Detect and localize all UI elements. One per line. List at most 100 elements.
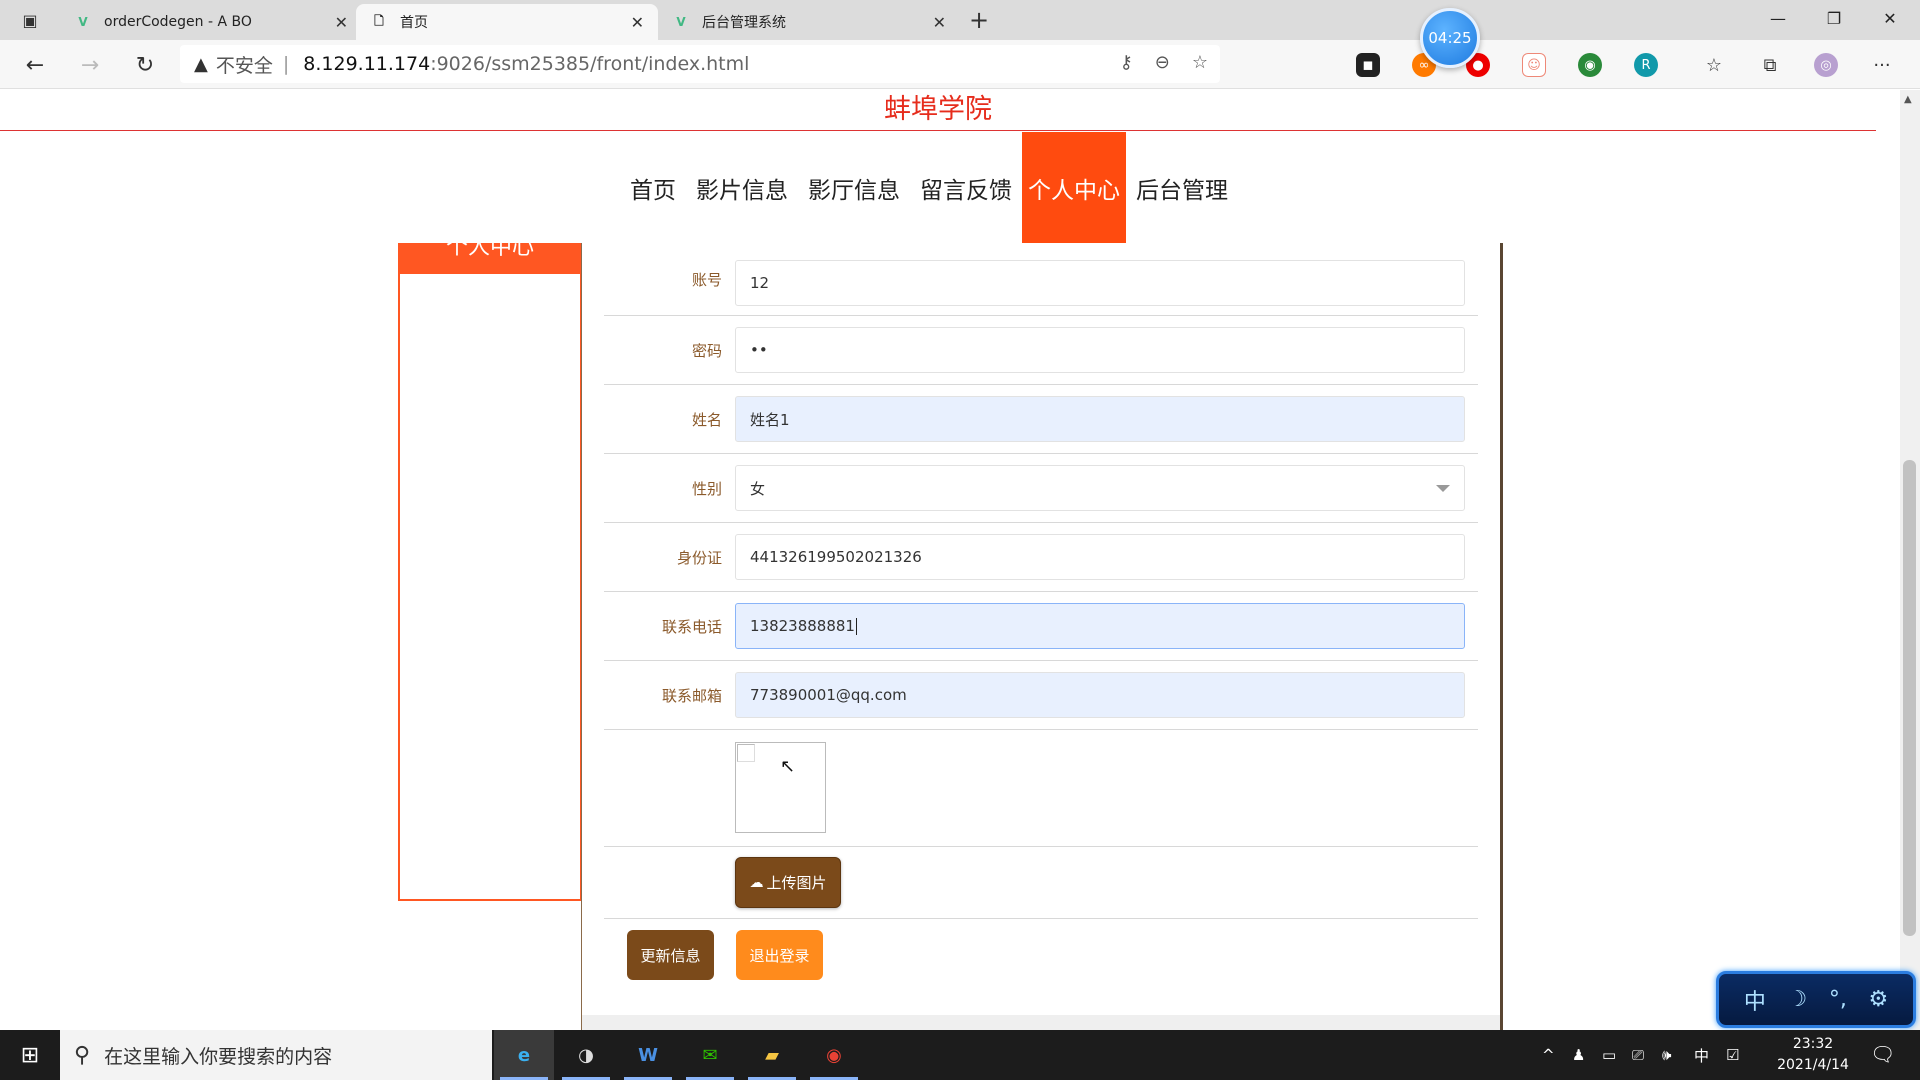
- taskbar-clock[interactable]: 23:32 2021/4/14: [1748, 1034, 1878, 1076]
- url-path: :9026/ssm25385/front/index.html: [430, 53, 750, 75]
- extension-icon[interactable]: ◉: [1578, 53, 1602, 77]
- form-row-avatar: ↖: [604, 730, 1478, 847]
- gender-label: 性别: [691, 479, 722, 498]
- nav-admin[interactable]: 后台管理: [1126, 132, 1238, 243]
- sidebar: 个人中心: [398, 243, 582, 901]
- collections-icon[interactable]: ⧉: [1758, 53, 1782, 77]
- form-row-id-card: 身份证 441326199502021326: [604, 523, 1478, 592]
- scrollbar-thumb[interactable]: [1903, 460, 1916, 936]
- mouse-cursor-icon: ↖: [780, 756, 796, 777]
- qq-icon[interactable]: ♟: [1572, 1030, 1585, 1080]
- windows-start-icon[interactable]: ⊞: [0, 1030, 60, 1080]
- tab-admin-system[interactable]: V 后台管理系统 ✕: [658, 4, 960, 40]
- back-arrow-icon[interactable]: ←: [20, 50, 50, 80]
- file-explorer-icon[interactable]: ▰: [742, 1030, 802, 1080]
- broken-image-icon: [737, 744, 755, 762]
- key-icon[interactable]: ⚷: [1120, 52, 1133, 73]
- forward-arrow-icon[interactable]: →: [75, 50, 105, 80]
- volume-icon[interactable]: 🕪: [1662, 1030, 1671, 1080]
- vue-logo-icon: V: [78, 15, 88, 29]
- moon-icon[interactable]: ☽: [1787, 987, 1807, 1012]
- scroll-up-arrow-icon[interactable]: ▲: [1904, 94, 1912, 105]
- cloud-upload-icon: ☁: [749, 874, 764, 891]
- punctuation-icon[interactable]: °,: [1829, 987, 1847, 1012]
- form-row-email: 联系邮箱 773890001@qq.com: [604, 661, 1478, 730]
- minimize-icon[interactable]: —: [1750, 0, 1806, 36]
- taskbar-search[interactable]: ⚲ 在这里输入你要搜索的内容: [60, 1030, 492, 1080]
- phone-value: 13823888881: [750, 617, 855, 635]
- id-card-input[interactable]: 441326199502021326: [735, 534, 1465, 580]
- form-row-name: 姓名 姓名1: [604, 385, 1478, 454]
- nav-hall-info[interactable]: 影厅信息: [798, 132, 910, 243]
- email-input[interactable]: 773890001@qq.com: [735, 672, 1465, 718]
- nav-feedback[interactable]: 留言反馈: [910, 132, 1022, 243]
- form-row-password: 密码 ••: [604, 316, 1478, 385]
- content-bottom-strip: [582, 1015, 1500, 1030]
- password-input[interactable]: ••: [735, 327, 1465, 373]
- phone-input[interactable]: 13823888881: [735, 603, 1465, 649]
- extension-icon[interactable]: ☺: [1522, 53, 1546, 77]
- page-icon: 🗋: [374, 13, 384, 28]
- battery-icon[interactable]: ▭: [1602, 1030, 1616, 1080]
- new-tab-button[interactable]: +: [964, 6, 994, 34]
- name-label: 姓名: [691, 410, 722, 429]
- tab-actions-icon[interactable]: ▣: [10, 6, 50, 34]
- vue-logo-icon: V: [676, 15, 686, 29]
- restore-icon[interactable]: ❐: [1806, 0, 1862, 36]
- close-icon[interactable]: ✕: [933, 13, 946, 32]
- browser-toolbar: ← → ↻ ▲ 不安全 | 8.129.11.174:9026/ssm25385…: [0, 40, 1920, 89]
- notification-icon[interactable]: 🗨: [1870, 1042, 1895, 1066]
- form-row-account: 账号 12: [604, 243, 1478, 316]
- edge-browser-icon[interactable]: e: [494, 1030, 554, 1080]
- zoom-out-icon[interactable]: ⊖: [1155, 52, 1170, 73]
- close-icon[interactable]: ✕: [335, 13, 348, 32]
- address-bar[interactable]: ▲ 不安全 | 8.129.11.174:9026/ssm25385/front…: [180, 45, 1220, 83]
- favorites-icon[interactable]: ☆: [1702, 53, 1726, 77]
- security-label[interactable]: 不安全: [216, 51, 273, 78]
- ime-toolbar[interactable]: 中 ☽ °, ⚙: [1716, 971, 1916, 1028]
- gender-select[interactable]: 女: [735, 465, 1465, 511]
- profile-avatar[interactable]: ◎: [1814, 53, 1838, 77]
- password-label: 密码: [691, 341, 722, 360]
- url-host: 8.129.11.174: [303, 53, 431, 75]
- nav-home[interactable]: 首页: [620, 132, 686, 243]
- name-input[interactable]: 姓名1: [735, 396, 1465, 442]
- id-card-label: 身份证: [676, 548, 722, 567]
- gear-icon[interactable]: ⚙: [1868, 987, 1888, 1012]
- tab-home[interactable]: 🗋 首页 ✕: [356, 4, 658, 40]
- chrome-icon[interactable]: ◉: [804, 1030, 864, 1080]
- close-icon[interactable]: ✕: [631, 13, 644, 32]
- phone-label: 联系电话: [661, 617, 722, 636]
- favorite-add-icon[interactable]: ☆: [1192, 52, 1208, 73]
- logout-button[interactable]: 退出登录: [736, 930, 823, 980]
- content-frame-right: [1500, 243, 1503, 1030]
- chevron-down-icon: [1436, 485, 1450, 492]
- window-close-icon[interactable]: ✕: [1862, 0, 1918, 36]
- search-icon: ⚲: [74, 1042, 91, 1068]
- update-info-button[interactable]: 更新信息: [627, 930, 714, 980]
- profile-form: 账号 12 密码 •• 姓名 姓名1 性别 女 身份证 441326199502…: [604, 243, 1478, 919]
- wechat-icon[interactable]: ✉: [680, 1030, 740, 1080]
- timer-badge[interactable]: 04:25: [1420, 8, 1480, 68]
- sidebar-title[interactable]: 个人中心: [398, 243, 582, 274]
- word-icon[interactable]: W: [618, 1030, 678, 1080]
- tray-lang[interactable]: 中: [1694, 1030, 1709, 1080]
- nav-personal-center[interactable]: 个人中心: [1022, 132, 1126, 243]
- tray-chevron-icon[interactable]: ^: [1542, 1030, 1555, 1080]
- reload-icon[interactable]: ↻: [130, 50, 160, 80]
- nav-movie-info[interactable]: 影片信息: [686, 132, 798, 243]
- checkbox-icon[interactable]: ☑: [1726, 1030, 1739, 1080]
- warning-icon[interactable]: ▲: [194, 54, 208, 75]
- upload-image-button[interactable]: ☁ 上传图片: [735, 857, 841, 908]
- extension-icon[interactable]: R: [1634, 53, 1658, 77]
- extension-icon[interactable]: ◼: [1356, 53, 1380, 77]
- network-icon[interactable]: ⎚: [1632, 1030, 1644, 1080]
- account-input[interactable]: 12: [735, 260, 1465, 306]
- taskbar-search-placeholder: 在这里输入你要搜索的内容: [104, 1045, 333, 1068]
- app-avatar-icon[interactable]: ◑: [556, 1030, 616, 1080]
- tab-ordercodegen[interactable]: V orderCodegen - A BO ✕: [60, 4, 362, 40]
- more-menu-icon[interactable]: ···: [1870, 53, 1894, 77]
- form-row-upload: ☁ 上传图片: [604, 847, 1478, 919]
- ime-mode-label[interactable]: 中: [1744, 984, 1766, 1016]
- content-frame-left: [581, 243, 582, 1030]
